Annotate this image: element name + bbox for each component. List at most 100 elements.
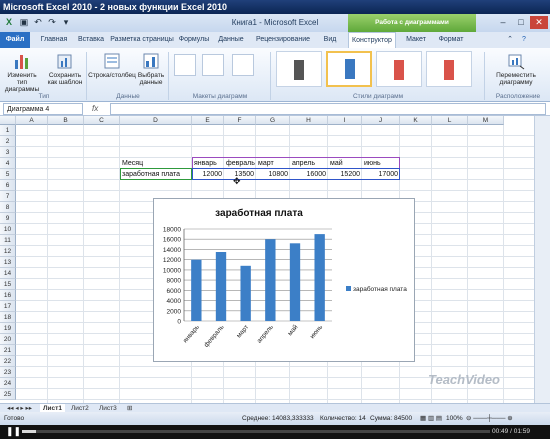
- chart-object[interactable]: заработная плата 0 2000 4000 6000 8000 10000 12…: [153, 198, 415, 362]
- change-chart-type-button[interactable]: Изменить тип диаграммы: [2, 52, 42, 93]
- name-box[interactable]: Диаграмма 4: [3, 103, 83, 115]
- zoom-level[interactable]: 100%: [446, 412, 463, 425]
- row-header[interactable]: 5: [0, 169, 16, 180]
- tab-view[interactable]: Вид: [316, 32, 344, 48]
- row-header[interactable]: 15: [0, 279, 16, 290]
- row-header[interactable]: 12: [0, 246, 16, 257]
- tab-insert[interactable]: Вставка: [74, 32, 108, 48]
- row-header[interactable]: 24: [0, 378, 16, 389]
- status-bar: Готово Среднее: 14083,333333 Количество:…: [0, 412, 550, 425]
- progress-fill: [22, 430, 37, 433]
- column-header[interactable]: C: [84, 116, 120, 125]
- grid-line: [503, 125, 504, 403]
- chart-style-3[interactable]: [376, 51, 422, 87]
- x-tick-label: февраль: [203, 323, 226, 349]
- select-data-button[interactable]: Выбрать данные: [136, 52, 166, 86]
- row-header[interactable]: 18: [0, 312, 16, 323]
- row-header[interactable]: 16: [0, 290, 16, 301]
- status-average: Среднее: 14083,333333: [242, 415, 314, 422]
- formula-bar: Диаграмма 4 fx: [0, 102, 550, 116]
- mouse-cursor-icon: ✥: [233, 176, 241, 186]
- tab-data[interactable]: Данные: [214, 32, 248, 48]
- close-icon[interactable]: ✕: [530, 16, 548, 29]
- tab-home[interactable]: Главная: [36, 32, 72, 48]
- zoom-slider[interactable]: ⊖ ───┼─── ⊕: [466, 412, 513, 425]
- chart-style-1[interactable]: [276, 51, 322, 87]
- row-header[interactable]: 10: [0, 224, 16, 235]
- chart-style-2-selected[interactable]: [326, 51, 372, 87]
- chart-style-4[interactable]: [426, 51, 472, 87]
- status-count: Количество: 14: [320, 415, 366, 422]
- row-header[interactable]: 6: [0, 180, 16, 191]
- column-header[interactable]: L: [432, 116, 468, 125]
- pause-icon[interactable]: ❚❚: [6, 426, 21, 437]
- fx-icon[interactable]: fx: [92, 103, 106, 115]
- help-icon[interactable]: ?: [518, 32, 530, 48]
- minimize-icon[interactable]: –: [494, 16, 512, 29]
- tab-layout[interactable]: Макет: [400, 32, 432, 48]
- save-as-template-button[interactable]: Сохранить как шаблон: [46, 52, 84, 86]
- group-label-location: Расположение: [495, 93, 541, 100]
- column-header[interactable]: G: [256, 116, 290, 125]
- worksheet-grid[interactable]: A B C D E F G H I J K L M 1 2 3 4 5 6 7 8 9 10 11 12 13 14 15 16 17 18…: [0, 116, 534, 403]
- column-header[interactable]: M: [468, 116, 504, 125]
- column-header[interactable]: H: [290, 116, 328, 125]
- y-tick-label: 8000: [167, 278, 182, 285]
- view-buttons-icon[interactable]: ▦ ▥ ▤: [420, 412, 442, 425]
- vertical-scrollbar[interactable]: [534, 116, 550, 403]
- move-chart-button[interactable]: Переместить диаграмму: [488, 52, 544, 86]
- row-header[interactable]: 13: [0, 257, 16, 268]
- column-header[interactable]: A: [16, 116, 48, 125]
- column-header[interactable]: D: [120, 116, 192, 125]
- column-header[interactable]: K: [400, 116, 432, 125]
- chart-type-icon: [15, 55, 28, 69]
- column-header[interactable]: I: [328, 116, 362, 125]
- style-swatch: [394, 60, 404, 80]
- tab-review[interactable]: Рецензирование: [252, 32, 314, 48]
- row-header[interactable]: 8: [0, 202, 16, 213]
- row-header[interactable]: 4: [0, 158, 16, 169]
- collapse-ribbon-icon[interactable]: ⌃: [504, 32, 516, 48]
- progress-bar[interactable]: [22, 430, 490, 433]
- row-header[interactable]: 7: [0, 191, 16, 202]
- row-header[interactable]: 3: [0, 147, 16, 158]
- player-title: Microsoft Excel 2010 - 2 новых функции E…: [0, 0, 550, 14]
- switch-row-column-icon: [104, 53, 120, 69]
- layout-3-thumbnail[interactable]: [232, 54, 254, 76]
- group-separator: [86, 52, 87, 100]
- formula-input[interactable]: [110, 103, 546, 115]
- tab-formulas[interactable]: Формулы: [176, 32, 212, 48]
- layout-2-thumbnail[interactable]: [202, 54, 224, 76]
- group-label-styles: Стили диаграмм: [352, 93, 404, 100]
- row-header[interactable]: 23: [0, 367, 16, 378]
- style-swatch: [444, 60, 454, 80]
- column-header[interactable]: E: [192, 116, 224, 125]
- row-header[interactable]: 14: [0, 268, 16, 279]
- group-separator: [168, 52, 169, 100]
- switch-row-column-button[interactable]: Строка/столбец: [88, 52, 136, 79]
- select-all-corner[interactable]: [0, 116, 16, 125]
- layout-1-thumbnail[interactable]: [174, 54, 196, 76]
- row-header[interactable]: 11: [0, 235, 16, 246]
- x-tick-label: апрель: [256, 323, 275, 344]
- row-header[interactable]: 1: [0, 125, 16, 136]
- tab-page-layout[interactable]: Разметка страницы: [110, 32, 174, 48]
- y-tick-label: 18000: [163, 227, 181, 234]
- tab-design[interactable]: Конструктор: [348, 32, 396, 48]
- row-header[interactable]: 17: [0, 301, 16, 312]
- row-header[interactable]: 22: [0, 356, 16, 367]
- row-header[interactable]: 9: [0, 213, 16, 224]
- row-header[interactable]: 25: [0, 389, 16, 400]
- row-header[interactable]: 20: [0, 334, 16, 345]
- tab-format[interactable]: Формат: [434, 32, 468, 48]
- maximize-icon[interactable]: □: [512, 16, 530, 29]
- row-header[interactable]: 21: [0, 345, 16, 356]
- x-tick-label: январь: [182, 323, 201, 344]
- column-header[interactable]: F: [224, 116, 256, 125]
- row-header[interactable]: 19: [0, 323, 16, 334]
- column-header[interactable]: B: [48, 116, 84, 125]
- excel-window: X ▣ ↶ ↷ ▾ Книга1 - Microsoft Excel Работ…: [0, 14, 550, 425]
- tab-file[interactable]: Файл: [0, 32, 30, 48]
- column-header[interactable]: J: [362, 116, 400, 125]
- row-header[interactable]: 2: [0, 136, 16, 147]
